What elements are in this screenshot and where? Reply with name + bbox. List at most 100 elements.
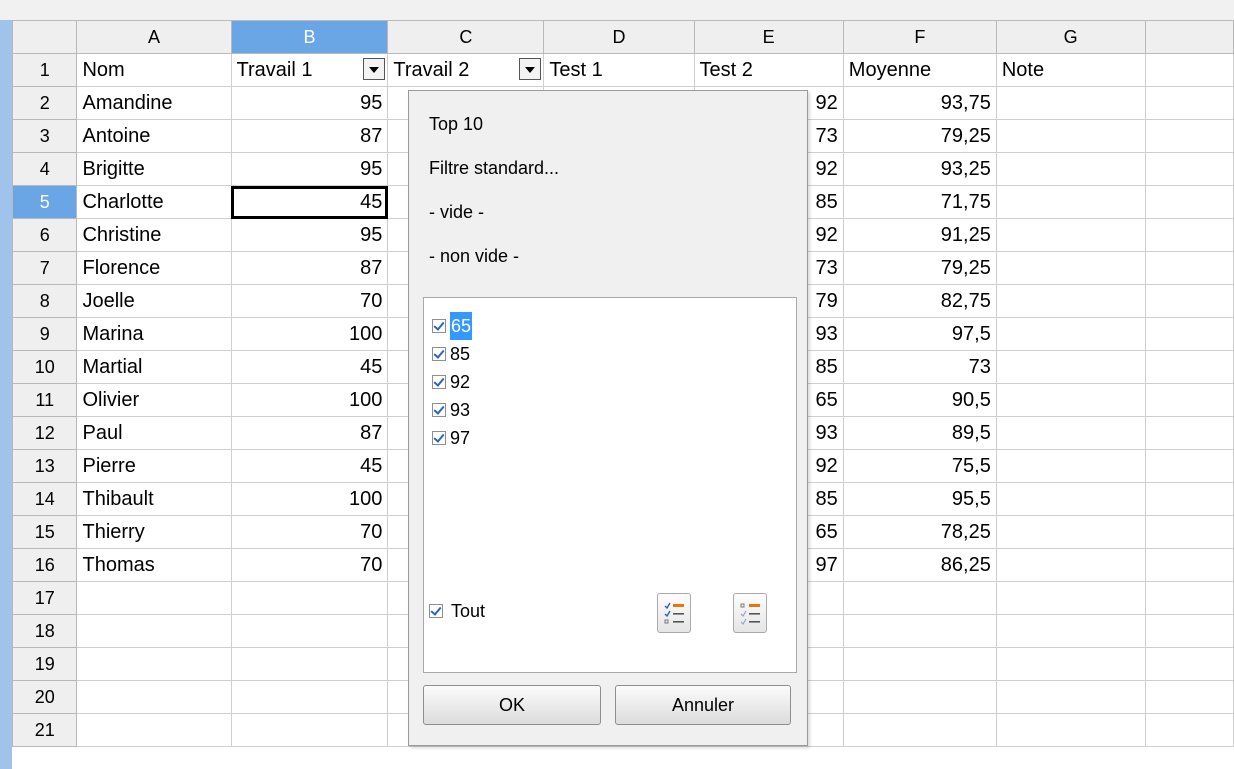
cell-note[interactable] [995,383,1146,417]
row-header[interactable]: 5 [12,185,78,219]
cell[interactable] [1144,416,1234,450]
cell-moyenne[interactable]: 97,5 [842,317,997,351]
cell-moyenne[interactable]: 78,25 [842,515,997,549]
cell[interactable] [995,713,1146,747]
cancel-button[interactable]: Annuler [615,685,791,725]
checkbox[interactable] [432,347,446,361]
header-cell-travail2[interactable]: Travail 2 [387,53,545,87]
cell-travail1[interactable]: 95 [230,218,389,252]
cell[interactable] [1144,383,1234,417]
cell-note[interactable] [995,251,1146,285]
checkbox[interactable] [432,403,446,417]
cell-note[interactable] [995,284,1146,318]
cell-travail1[interactable]: 70 [230,284,389,318]
cell-nom[interactable]: Thibault [76,482,232,516]
cell-travail1[interactable]: 100 [230,482,389,516]
row-header[interactable]: 8 [12,284,78,318]
row-header[interactable]: 10 [12,350,78,384]
select-all-checkbox[interactable] [429,604,443,618]
checkbox[interactable] [432,431,446,445]
cell-moyenne[interactable]: 93,75 [842,86,997,120]
cell[interactable] [76,713,232,747]
cell-travail1-active[interactable]: 45 [230,185,389,219]
cell-note[interactable] [995,416,1146,450]
cell-travail1[interactable]: 87 [230,251,389,285]
cell-moyenne[interactable]: 73 [842,350,997,384]
row-header[interactable]: 2 [12,86,78,120]
cell-note[interactable] [995,449,1146,483]
cell-moyenne[interactable]: 91,25 [842,218,997,252]
cell-travail1[interactable]: 100 [230,383,389,417]
cell[interactable] [995,581,1146,615]
cell[interactable] [1144,680,1234,714]
cell[interactable] [995,647,1146,681]
select-all-row[interactable]: Tout [429,597,485,625]
row-header[interactable]: 7 [12,251,78,285]
cell-nom[interactable]: Martial [76,350,232,384]
cell[interactable] [76,647,232,681]
menu-item-standard-filter[interactable]: Filtre standard... [429,153,559,183]
row-header[interactable]: 9 [12,317,78,351]
cell-travail1[interactable]: 95 [230,152,389,186]
header-cell-test1[interactable]: Test 1 [543,53,695,87]
cell[interactable] [230,647,389,681]
row-header[interactable]: 12 [12,416,78,450]
cell-travail1[interactable]: 45 [230,350,389,384]
row-header[interactable]: 19 [12,647,78,681]
cell-moyenne[interactable]: 93,25 [842,152,997,186]
cell-moyenne[interactable]: 86,25 [842,548,997,582]
row-header[interactable]: 16 [12,548,78,582]
cell[interactable] [230,581,389,615]
cell[interactable] [1144,548,1234,582]
cell-note[interactable] [995,317,1146,351]
cell-nom[interactable]: Christine [76,218,232,252]
row-header[interactable]: 21 [12,713,78,747]
header-cell-note[interactable]: Note [995,53,1146,87]
cell-moyenne[interactable]: 75,5 [842,449,997,483]
cell-moyenne[interactable]: 79,25 [842,119,997,153]
cell-note[interactable] [995,515,1146,549]
cell[interactable] [842,647,997,681]
cell-travail1[interactable]: 100 [230,317,389,351]
cell[interactable] [995,614,1146,648]
cell[interactable] [1144,581,1234,615]
cell[interactable] [1144,284,1234,318]
cell-travail1[interactable]: 95 [230,86,389,120]
cell[interactable] [842,713,997,747]
cell-moyenne[interactable]: 82,75 [842,284,997,318]
column-header-e[interactable]: E [693,20,844,54]
cell[interactable] [1144,53,1234,87]
list-item[interactable]: 93 [432,396,470,424]
list-item[interactable]: 92 [432,368,470,396]
cell-note[interactable] [995,350,1146,384]
cell[interactable] [1144,218,1234,252]
cell-nom[interactable]: Joelle [76,284,232,318]
row-header[interactable]: 13 [12,449,78,483]
cell-nom[interactable]: Brigitte [76,152,232,186]
cell[interactable] [1144,713,1234,747]
row-header[interactable]: 20 [12,680,78,714]
cell[interactable] [842,581,997,615]
cell-nom[interactable]: Florence [76,251,232,285]
cell-travail1[interactable]: 87 [230,119,389,153]
uncheck-all-button[interactable] [733,593,767,633]
cell[interactable] [230,680,389,714]
cell-moyenne[interactable]: 89,5 [842,416,997,450]
row-header[interactable]: 15 [12,515,78,549]
column-header-f[interactable]: F [842,20,997,54]
cell[interactable] [230,614,389,648]
cell-moyenne[interactable]: 71,75 [842,185,997,219]
cell-travail1[interactable]: 70 [230,515,389,549]
cell-note[interactable] [995,482,1146,516]
cell-nom[interactable]: Marina [76,317,232,351]
cell[interactable] [1144,86,1234,120]
cell[interactable] [995,680,1146,714]
cell[interactable] [1144,119,1234,153]
cell[interactable] [1144,152,1234,186]
cell[interactable] [76,581,232,615]
cell-nom[interactable]: Charlotte [76,185,232,219]
cell[interactable] [1144,482,1234,516]
ok-button[interactable]: OK [423,685,601,725]
row-header[interactable]: 3 [12,119,78,153]
column-header-extra[interactable] [1144,20,1234,54]
